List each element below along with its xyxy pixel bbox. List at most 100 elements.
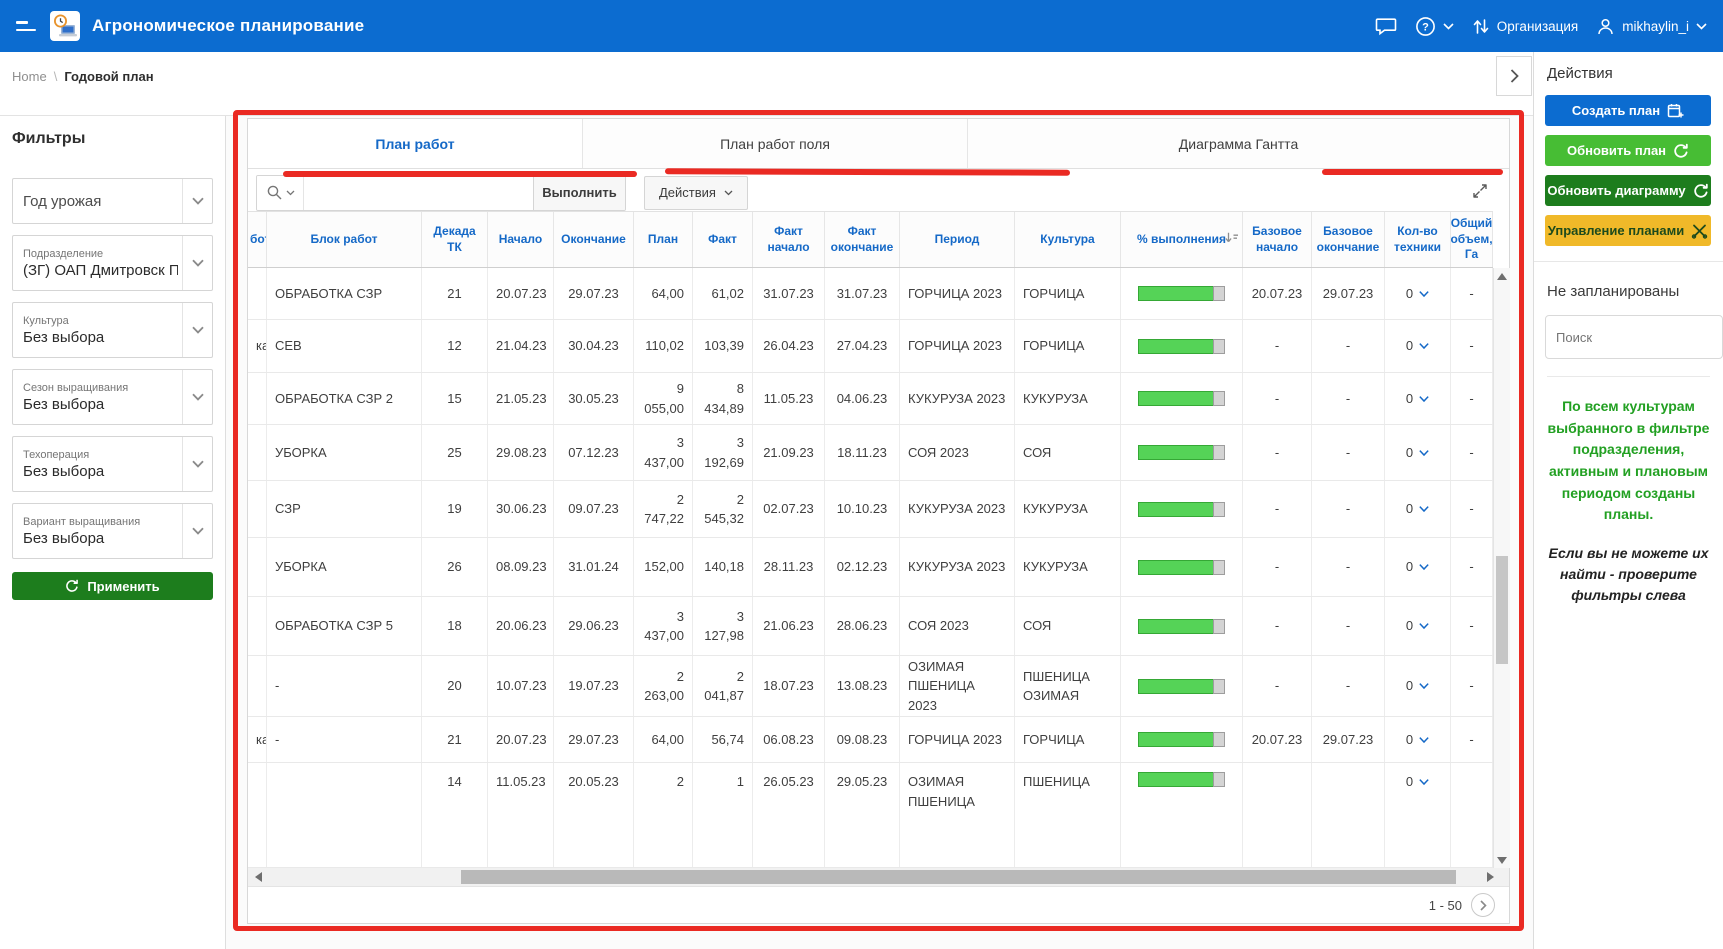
- scroll-up-arrow[interactable]: [1494, 268, 1510, 284]
- tab-план-работ-поля[interactable]: План работ поля: [583, 119, 968, 168]
- table-row[interactable]: каСЕВ1221.04.2330.04.23110,02103,3926.04…: [248, 320, 1493, 373]
- tech-count-dropdown[interactable]: 0: [1393, 557, 1442, 577]
- table-cell: 29.05.23: [825, 763, 900, 867]
- table-row[interactable]: ОБРАБОТКА СЗР 21521.05.2330.05.239 055,0…: [248, 373, 1493, 425]
- vertical-scroll-thumb[interactable]: [1496, 556, 1508, 664]
- column-header[interactable]: Блок работ: [267, 212, 422, 267]
- tech-count-dropdown[interactable]: 0: [1393, 499, 1442, 519]
- filter-select[interactable]: Вариант выращиванияБез выбора: [12, 503, 213, 559]
- scroll-down-arrow[interactable]: [1494, 852, 1510, 868]
- table-cell: [248, 763, 267, 867]
- filter-select[interactable]: КультураБез выбора: [12, 302, 213, 358]
- table-cell: -: [1451, 268, 1493, 319]
- table-row[interactable]: УБОРКА2608.09.2331.01.24152,00140,1828.1…: [248, 538, 1493, 597]
- column-header[interactable]: Факт окончание: [825, 212, 900, 267]
- column-header[interactable]: Окончание: [554, 212, 634, 267]
- column-header[interactable]: Общий объем, Га: [1451, 212, 1493, 267]
- table-cell: СОЯ: [1015, 425, 1121, 480]
- column-header[interactable]: бот: [248, 212, 267, 267]
- app-logo: [50, 11, 80, 41]
- tech-count-dropdown[interactable]: 0: [1393, 772, 1442, 792]
- scroll-left-arrow[interactable]: [250, 868, 266, 886]
- table-cell: -: [1451, 373, 1493, 424]
- user-menu[interactable]: mikhaylin_i: [1596, 17, 1707, 36]
- horizontal-scrollbar[interactable]: [248, 868, 1509, 886]
- column-header[interactable]: % выполнения: [1121, 212, 1243, 267]
- tech-count-dropdown[interactable]: 0: [1393, 284, 1442, 304]
- apply-filters-button[interactable]: Применить: [12, 572, 213, 600]
- tech-count-dropdown[interactable]: 0: [1393, 730, 1442, 750]
- column-header[interactable]: Культура: [1015, 212, 1121, 267]
- table-row[interactable]: ОБРАБОТКА СЗР2120.07.2329.07.2364,0061,0…: [248, 268, 1493, 320]
- search-group: Выполнить: [256, 175, 626, 211]
- создать-план-button[interactable]: Создать план: [1545, 95, 1711, 126]
- chat-button[interactable]: [1375, 16, 1397, 36]
- table-row[interactable]: ОБРАБОТКА СЗР 51820.06.2329.06.233 437,0…: [248, 597, 1493, 656]
- table-cell: 21: [422, 268, 488, 319]
- table-cell: 14: [422, 763, 488, 867]
- table-row[interactable]: ка-2120.07.2329.07.2364,0056,7406.08.230…: [248, 717, 1493, 763]
- table-row[interactable]: УБОРКА2529.08.2307.12.233 437,003 192,69…: [248, 425, 1493, 481]
- chevron-down-icon: [286, 190, 295, 196]
- table-cell: 21.06.23: [753, 597, 825, 655]
- table-cell: ОЗИМАЯ ПШЕНИЦА: [900, 763, 1015, 867]
- column-header[interactable]: Кол-во техники: [1385, 212, 1451, 267]
- table-cell: -: [1451, 481, 1493, 537]
- scroll-right-arrow[interactable]: [1482, 868, 1498, 886]
- horizontal-scroll-thumb[interactable]: [461, 870, 1456, 884]
- breadcrumb-home[interactable]: Home: [12, 69, 47, 84]
- execute-button[interactable]: Выполнить: [533, 176, 625, 210]
- tech-count-dropdown[interactable]: 0: [1393, 336, 1442, 356]
- tech-count-dropdown[interactable]: 0: [1393, 443, 1442, 463]
- column-header[interactable]: План: [634, 212, 693, 267]
- chevron-down-icon: [1696, 23, 1707, 30]
- filter-select[interactable]: Подразделение(ЗГ) ОАП Дмитровск Поля: [12, 235, 213, 291]
- progress-bar: [1138, 772, 1226, 787]
- column-header[interactable]: Декада ТК: [422, 212, 488, 267]
- breadcrumb-separator: \: [54, 69, 58, 84]
- actions-menu-button[interactable]: Действия: [644, 176, 748, 210]
- table-cell: 110,02: [634, 320, 693, 372]
- maximize-button[interactable]: [1471, 182, 1489, 203]
- column-header[interactable]: Начало: [488, 212, 554, 267]
- collapse-panel-button[interactable]: [1496, 56, 1532, 96]
- tech-count-dropdown[interactable]: 0: [1393, 616, 1442, 636]
- tab-диаграмма-гантта[interactable]: Диаграмма Гантта: [968, 119, 1509, 168]
- chevron-down-icon: [192, 460, 204, 468]
- search-input[interactable]: [304, 176, 533, 210]
- tech-count-dropdown[interactable]: 0: [1393, 676, 1442, 696]
- table-cell: -: [1451, 597, 1493, 655]
- tab-план-работ[interactable]: План работ: [248, 119, 583, 168]
- column-header[interactable]: Базовое начало: [1243, 212, 1312, 267]
- help-menu[interactable]: ?: [1415, 16, 1454, 37]
- pagination-next-button[interactable]: [1471, 893, 1495, 917]
- управление-планами-button[interactable]: Управление планами: [1545, 215, 1711, 246]
- column-header[interactable]: Факт начало: [753, 212, 825, 267]
- обновить-план-button[interactable]: Обновить план: [1545, 135, 1711, 166]
- filter-select[interactable]: ТехоперацияБез выбора: [12, 436, 213, 492]
- organization-switch[interactable]: Организация: [1472, 17, 1578, 36]
- column-header[interactable]: Период: [900, 212, 1015, 267]
- column-header[interactable]: Факт: [693, 212, 753, 267]
- table-row[interactable]: -2010.07.2319.07.232 263,002 041,8718.07…: [248, 656, 1493, 717]
- filter-select[interactable]: Год урожая: [12, 178, 213, 224]
- обновить-диаграмму-button[interactable]: Обновить диаграмму: [1545, 175, 1711, 206]
- table-cell: [1451, 763, 1493, 867]
- filter-label: Вариант выращивания: [23, 516, 178, 528]
- table-row[interactable]: СЗР1930.06.2309.07.232 747,222 545,3202.…: [248, 481, 1493, 538]
- unplanned-search-input[interactable]: [1545, 315, 1723, 359]
- filter-value: (ЗГ) ОАП Дмитровск Поля: [23, 262, 178, 279]
- progress-fill: [1138, 679, 1214, 694]
- chevron-down-icon: [192, 197, 204, 205]
- menu-icon[interactable]: [16, 21, 38, 31]
- vertical-scrollbar[interactable]: [1493, 268, 1510, 868]
- progress-bar: [1138, 502, 1226, 517]
- table-cell: [1121, 717, 1243, 762]
- progress-handle: [1213, 732, 1225, 747]
- column-header[interactable]: Базовое окончание: [1312, 212, 1385, 267]
- table-row[interactable]: 1411.05.2320.05.232126.05.2329.05.23ОЗИМ…: [248, 763, 1493, 868]
- table-cell: СЗР: [267, 481, 422, 537]
- search-dropdown-button[interactable]: [257, 176, 304, 210]
- tech-count-dropdown[interactable]: 0: [1393, 389, 1442, 409]
- filter-select[interactable]: Сезон выращиванияБез выбора: [12, 369, 213, 425]
